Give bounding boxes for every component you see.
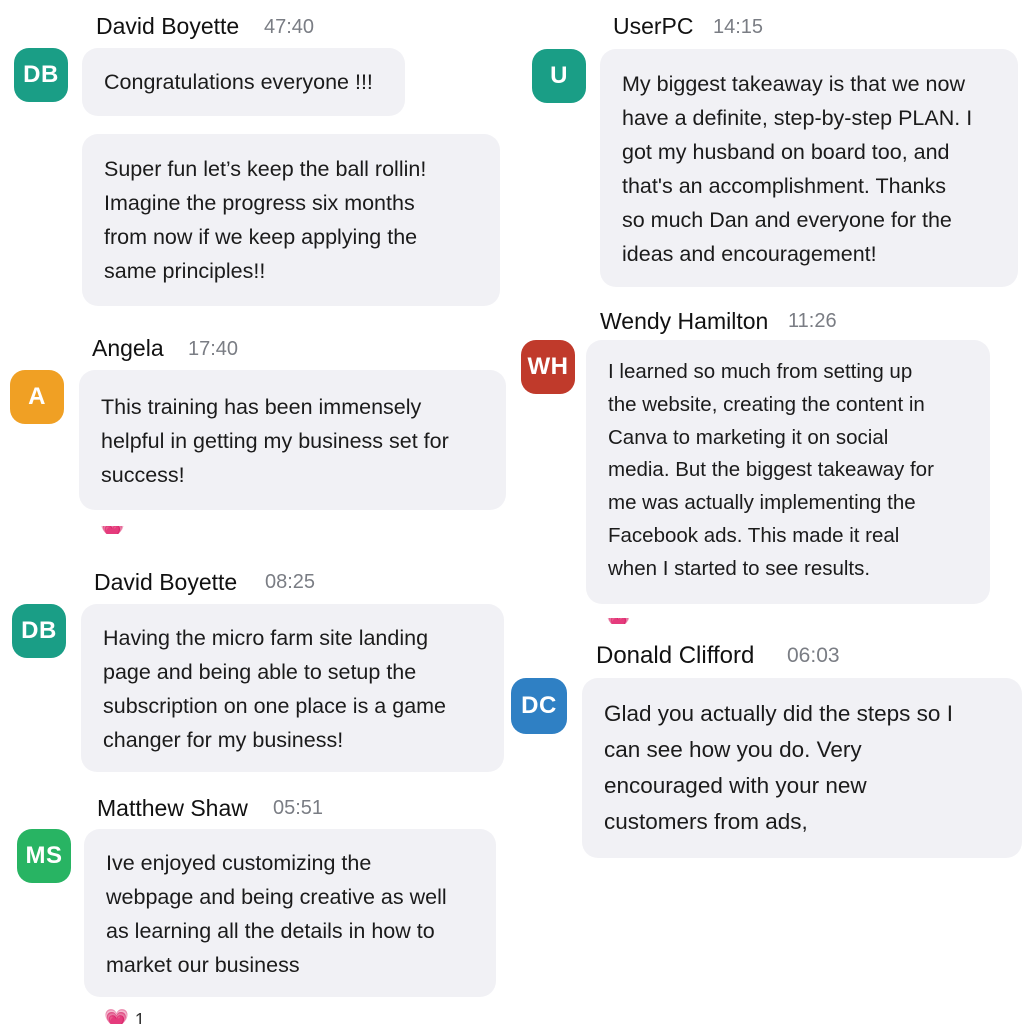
author-name[interactable]: UserPC bbox=[613, 15, 694, 38]
chat-feed: David Boyette 47:40 DB Congratulations e… bbox=[0, 0, 1024, 1024]
avatar[interactable]: A bbox=[10, 370, 64, 424]
avatar[interactable]: DB bbox=[12, 604, 66, 658]
message-bubble: This training has been immensely helpful… bbox=[79, 370, 506, 510]
message-bubble: My biggest takeaway is that we now have … bbox=[600, 49, 1018, 287]
message-text: Having the micro farm site landing page … bbox=[103, 626, 447, 752]
author-name[interactable]: David Boyette bbox=[96, 15, 239, 38]
message-bubble: Ive enjoyed customizing the webpage and … bbox=[84, 829, 496, 997]
timestamp[interactable]: 14:15 bbox=[713, 17, 763, 37]
message-text: Ive enjoyed customizing the webpage and … bbox=[106, 851, 447, 977]
timestamp[interactable]: 17:40 bbox=[188, 339, 238, 359]
author-name[interactable]: David Boyette bbox=[94, 571, 237, 594]
heart-icon: 💗 bbox=[606, 618, 631, 624]
timestamp[interactable]: 06:03 bbox=[787, 645, 840, 666]
heart-icon: 💗 bbox=[100, 526, 125, 534]
message-bubble: Glad you actually did the steps so I can… bbox=[582, 678, 1022, 858]
avatar[interactable]: U bbox=[532, 49, 586, 103]
author-name[interactable]: Wendy Hamilton bbox=[600, 310, 768, 333]
timestamp[interactable]: 11:26 bbox=[788, 311, 837, 331]
message-text: I learned so much from setting up the we… bbox=[608, 360, 934, 580]
message-text: My biggest takeaway is that we now have … bbox=[622, 72, 973, 266]
timestamp[interactable]: 08:25 bbox=[265, 572, 315, 592]
message-text: Congratulations everyone !!! bbox=[104, 70, 373, 94]
author-name[interactable]: Matthew Shaw bbox=[97, 797, 248, 820]
author-name[interactable]: Angela bbox=[92, 337, 164, 360]
avatar[interactable]: DC bbox=[511, 678, 567, 734]
message-bubble: Congratulations everyone !!! bbox=[82, 48, 405, 116]
reaction-chip[interactable]: 💗 1 bbox=[104, 1010, 145, 1024]
reaction-count: 1 bbox=[134, 1010, 145, 1024]
message-text: This training has been immensely helpful… bbox=[101, 395, 449, 487]
message-bubble: Super fun let’s keep the ball rollin! Im… bbox=[82, 134, 500, 306]
reaction-chip[interactable]: 💗 bbox=[100, 526, 125, 534]
author-name[interactable]: Donald Clifford bbox=[596, 644, 754, 668]
message-bubble: Having the micro farm site landing page … bbox=[81, 604, 504, 772]
timestamp[interactable]: 05:51 bbox=[273, 798, 323, 818]
heart-icon: 💗 bbox=[104, 1009, 129, 1024]
avatar[interactable]: WH bbox=[521, 340, 575, 394]
message-text: Super fun let’s keep the ball rollin! Im… bbox=[104, 157, 427, 283]
message-text: Glad you actually did the steps so I can… bbox=[604, 701, 953, 834]
avatar[interactable]: MS bbox=[17, 829, 71, 883]
timestamp[interactable]: 47:40 bbox=[264, 17, 314, 37]
message-bubble: I learned so much from setting up the we… bbox=[586, 340, 990, 604]
reaction-chip[interactable]: 💗 bbox=[606, 618, 631, 624]
avatar[interactable]: DB bbox=[14, 48, 68, 102]
